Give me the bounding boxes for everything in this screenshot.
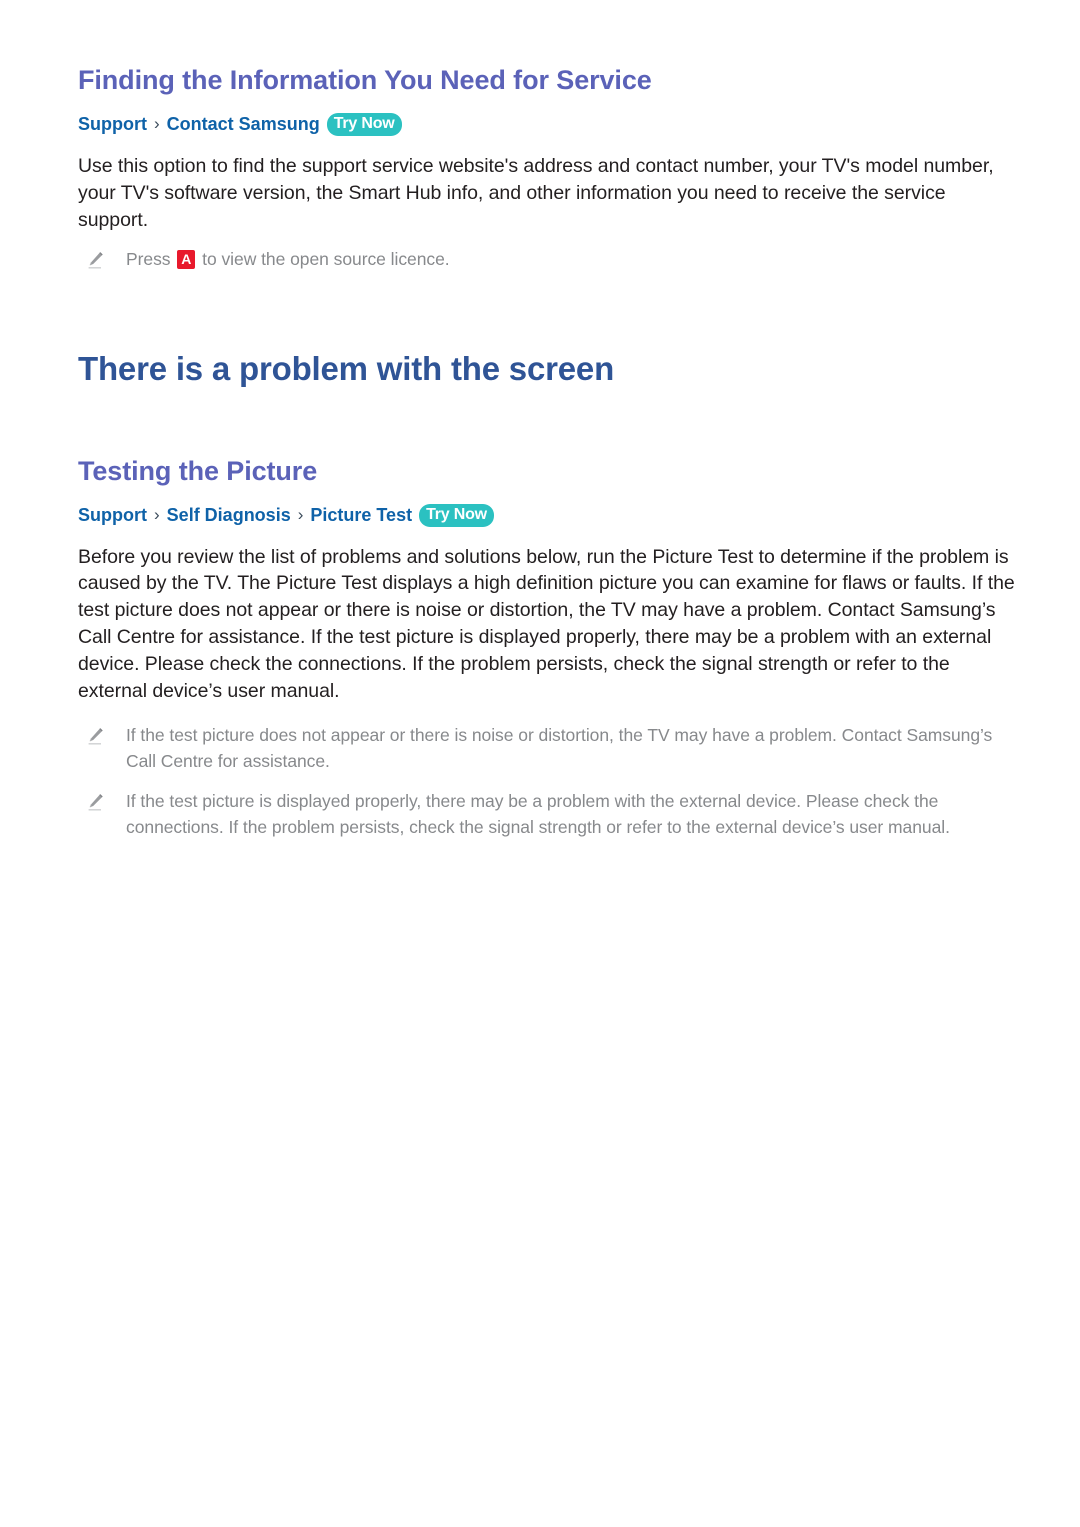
document-page: Finding the Information You Need for Ser… bbox=[0, 0, 1080, 1527]
note-test-picture-not-appear-text: If the test picture does not appear or t… bbox=[126, 725, 993, 771]
chevron-right-icon-2: › bbox=[154, 504, 160, 524]
spacer-before-title bbox=[78, 273, 1020, 349]
try-now-badge[interactable]: Try Now bbox=[326, 113, 402, 137]
spacer-before-testing-picture bbox=[78, 389, 1020, 455]
menu-path-crumb-self-diagnosis[interactable]: Self Diagnosis bbox=[167, 503, 291, 527]
note-test-picture-displayed-properly: If the test picture is displayed properl… bbox=[78, 789, 1020, 841]
section-paragraph-finding-information: Use this option to find the support serv… bbox=[78, 154, 994, 231]
note-open-source-licence-text: Press A to view the open source licence. bbox=[126, 247, 450, 273]
try-now-badge-2[interactable]: Try Now bbox=[419, 503, 494, 527]
note-test-picture-not-appear: If the test picture does not appear or t… bbox=[78, 723, 1020, 775]
chapter-title-problem-with-screen: There is a problem with the screen bbox=[78, 350, 615, 388]
section-heading-testing-the-picture: Testing the Picture bbox=[78, 455, 318, 486]
pencil-icon bbox=[88, 793, 103, 811]
menu-path-picture-test: Support › Self Diagnosis › Picture Test … bbox=[78, 503, 1020, 527]
section-paragraph-testing-the-picture: Before you review the list of problems a… bbox=[78, 545, 1015, 703]
menu-path-crumb-support[interactable]: Support bbox=[78, 112, 147, 136]
pencil-icon bbox=[88, 252, 103, 269]
note-open-source-licence: Press A to view the open source licence. bbox=[78, 247, 1020, 273]
menu-path-crumb-contact-samsung[interactable]: Contact Samsung bbox=[167, 112, 320, 136]
note-text-after-key: to view the open source licence. bbox=[197, 249, 450, 270]
section-heading-finding-information: Finding the Information You Need for Ser… bbox=[78, 65, 652, 95]
menu-path-contact-samsung: Support › Contact Samsung Try Now bbox=[78, 112, 1020, 137]
menu-path-crumb-picture-test[interactable]: Picture Test bbox=[310, 503, 412, 527]
note-text-before-key: Press bbox=[126, 249, 176, 270]
chevron-right-icon-3: › bbox=[297, 504, 304, 524]
pencil-icon bbox=[88, 728, 103, 745]
note-test-picture-displayed-properly-text: If the test picture is displayed properl… bbox=[126, 790, 950, 837]
menu-path-crumb-support-2[interactable]: Support bbox=[78, 503, 147, 527]
remote-key-a-badge[interactable]: A bbox=[177, 250, 196, 270]
chevron-right-icon: › bbox=[154, 114, 160, 134]
